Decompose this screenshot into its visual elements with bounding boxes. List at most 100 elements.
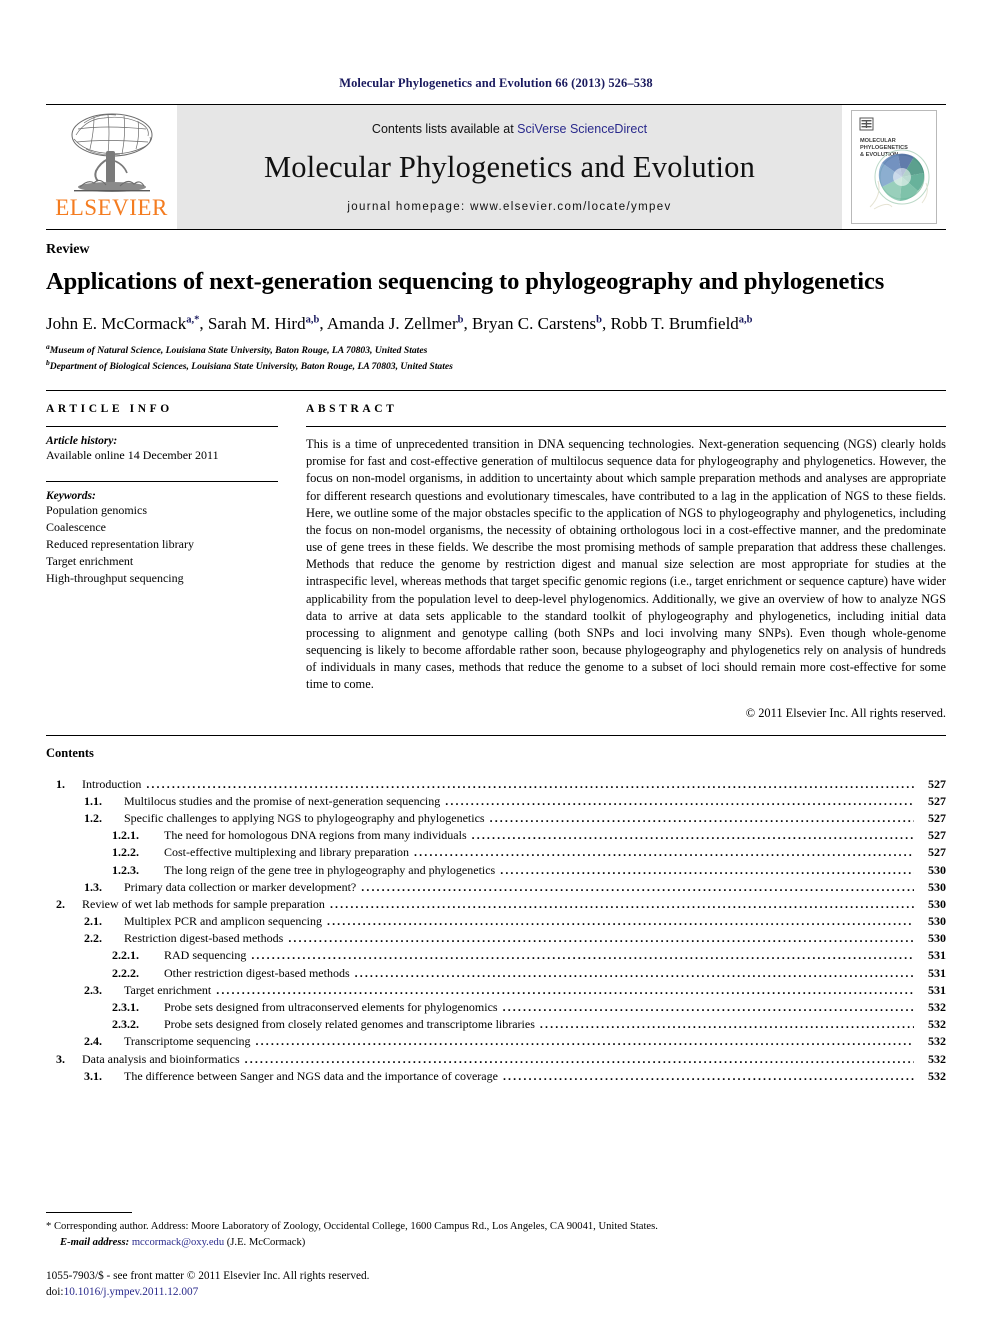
toc-entry[interactable]: 1.2.1. The need for homologous DNA region…	[46, 827, 946, 844]
toc-entry-label: Primary data collection or marker develo…	[124, 879, 357, 894]
toc-entry-label: Restriction digest-based methods	[124, 931, 284, 946]
toc-entry-page: 532	[928, 1000, 946, 1014]
doi-link[interactable]: 10.1016/j.ympev.2011.12.007	[64, 1286, 199, 1298]
abstract-text: This is a time of unprecedented transiti…	[306, 437, 946, 692]
issn-frontmatter-line: 1055-7903/$ - see front matter © 2011 El…	[46, 1269, 370, 1282]
toc-entry-number: 1.1.	[84, 793, 102, 808]
toc-entry[interactable]: 2.2.2. Other restriction digest-based met…	[46, 964, 946, 981]
toc-leader-dots: ........................................…	[489, 811, 914, 824]
toc-entry-number: 2.4.	[84, 1034, 102, 1049]
contents-region: Contents 1. Introduction.................…	[46, 734, 946, 1084]
abstract-copyright: © 2011 Elsevier Inc. All rights reserved…	[745, 705, 946, 720]
toc-entry-page: 531	[928, 965, 946, 980]
toc-leader-dots: ........................................…	[329, 897, 914, 910]
keyword-item: Reduced representation library	[46, 537, 194, 552]
toc-entry[interactable]: 1.2. Specific challenges to applying NGS …	[46, 809, 946, 826]
keywords-rule	[46, 481, 278, 483]
toc-leader-dots: ........................................…	[255, 1035, 914, 1048]
toc-leader-dots: ........................................…	[251, 949, 914, 962]
toc-entry-number: 1.2.3.	[112, 862, 139, 877]
journal-banner: Contents lists available at SciVerse Sci…	[177, 105, 842, 229]
info-abstract-region: ARTICLE INFO Article history: Available …	[46, 390, 946, 721]
elsevier-logo-block: ELSEVIER	[46, 105, 177, 229]
toc-entry-page: 532	[928, 1068, 946, 1083]
toc-leader-dots: ........................................…	[502, 1001, 914, 1013]
toc-leader-dots: ........................................…	[471, 829, 914, 842]
toc-leader-dots: ........................................…	[502, 1069, 914, 1082]
toc-entry-page: 532	[928, 1051, 946, 1066]
doi-line: doi:10.1016/j.ympev.2011.12.007	[46, 1284, 946, 1301]
email-label: E-mail address:	[60, 1236, 130, 1248]
journal-homepage-link[interactable]: journal homepage: www.elsevier.com/locat…	[347, 201, 671, 213]
toc-entry-number: 2.	[56, 896, 65, 911]
author-affiliation-marker: a,*	[186, 314, 200, 326]
author-name: Amanda J. Zellmer	[326, 314, 458, 334]
toc-entry-page: 527	[928, 776, 946, 791]
footnote-rule	[46, 1211, 132, 1213]
article-info-column: ARTICLE INFO Article history: Available …	[46, 403, 278, 721]
toc-entry-page: 530	[928, 914, 946, 929]
toc-entry[interactable]: 2. Review of wet lab methods for sample p…	[46, 895, 946, 912]
author-name: Bryan C. Carstens	[471, 314, 597, 334]
toc-entry-number: 2.3.	[84, 982, 102, 997]
toc-entry[interactable]: 1.2.2. Cost-effective multiplexing and li…	[46, 844, 946, 861]
toc-entry-number: 1.2.	[84, 810, 102, 825]
toc-entry[interactable]: 1.2.3. The long reign of the gene tree in…	[46, 861, 946, 878]
toc-entry[interactable]: 2.2. Restriction digest-based methods....…	[46, 930, 946, 947]
toc-entry[interactable]: 2.3.2. Probe sets designed from closely r…	[46, 1016, 946, 1033]
svg-text:MOLECULAR: MOLECULAR	[860, 138, 896, 144]
toc-entry-label: Other restriction digest-based methods	[164, 965, 350, 980]
article-history-value: Available online 14 December 2011	[46, 448, 219, 462]
toc-entry[interactable]: 2.4. Transcriptome sequencing............…	[46, 1033, 946, 1050]
toc-entry[interactable]: 2.3.1. Probe sets designed from ultracons…	[46, 998, 946, 1015]
toc-entry-number: 2.2.	[84, 931, 102, 946]
corresponding-marker: *	[46, 1220, 52, 1232]
affiliation-text: Department of Biological Sciences, Louis…	[49, 361, 453, 373]
sciencedirect-link[interactable]: SciVerse ScienceDirect	[517, 122, 647, 136]
keyword-item: Coalescence	[46, 520, 106, 535]
toc-entry-number: 2.3.2.	[112, 1017, 139, 1032]
toc-entry-number: 3.	[56, 1051, 65, 1066]
toc-leader-dots: ........................................…	[146, 777, 914, 790]
affiliation-text: Museum of Natural Science, Louisiana Sta…	[49, 345, 428, 357]
masthead-bottom-rule	[46, 229, 946, 230]
toc-entry[interactable]: 1.1. Multilocus studies and the promise o…	[46, 792, 946, 809]
toc-leader-dots: ........................................…	[414, 846, 914, 859]
toc-entry-page: 531	[928, 982, 946, 997]
article-info-heading: ARTICLE INFO	[46, 403, 173, 415]
email-link[interactable]: mccormack@oxy.edu	[132, 1237, 224, 1248]
toc-entry[interactable]: 1. Introduction..........................…	[46, 775, 946, 792]
toc-entry[interactable]: 2.3. Target enrichment...................…	[46, 981, 946, 998]
toc-entry-number: 2.2.1.	[112, 948, 139, 963]
journal-cover-thumbnail[interactable]: MOLECULAR PHYLOGENETICS & EVOLUTION	[851, 110, 937, 224]
toc-entry-label: Multilocus studies and the promise of ne…	[124, 793, 441, 808]
cover-artwork: MOLECULAR PHYLOGENETICS & EVOLUTION	[852, 111, 936, 223]
contents-available-prefix: Contents lists available at	[371, 121, 518, 136]
affiliation-row: bDepartment of Biological Sciences, Loui…	[46, 358, 946, 374]
affiliation-row: aMuseum of Natural Science, Louisiana St…	[46, 342, 946, 358]
table-of-contents: 1. Introduction..........................…	[46, 775, 946, 1084]
keywords-list: Population genomics Coalescence Reduced re…	[46, 502, 278, 587]
toc-entry-label: Target enrichment	[124, 982, 212, 997]
affiliation-list: aMuseum of Natural Science, Louisiana St…	[46, 342, 946, 374]
corresponding-author-note: * Corresponding author. Address: Moore L…	[46, 1219, 946, 1251]
toc-leader-dots: ........................................…	[288, 932, 914, 945]
article-title: Applications of next-generation sequenci…	[46, 268, 885, 295]
author-affiliation-marker: b	[457, 314, 464, 326]
toc-entry[interactable]: 3. Data analysis and bioinformatics......…	[46, 1050, 946, 1067]
toc-entry-label: Probe sets designed from ultraconserved …	[164, 1000, 498, 1014]
toc-entry[interactable]: 2.2.1. RAD sequencing....................…	[46, 947, 946, 964]
toc-leader-dots: ........................................…	[216, 983, 914, 996]
author-affiliation-marker: a,b	[738, 314, 753, 326]
toc-entry-page: 532	[928, 1017, 946, 1032]
toc-entry[interactable]: 3.1. The difference between Sanger and NG…	[46, 1067, 946, 1084]
toc-entry[interactable]: 2.1. Multiplex PCR and amplicon sequencin…	[46, 912, 946, 929]
toc-entry-label: Multiplex PCR and amplicon sequencing	[124, 914, 322, 929]
toc-leader-dots: ........................................…	[539, 1018, 914, 1031]
toc-entry-page: 531	[928, 948, 946, 963]
toc-leader-dots: ........................................…	[361, 880, 914, 893]
author-list: John E. McCormacka,*, Sarah M. Hirda,b, …	[46, 314, 753, 334]
elsevier-tree-icon	[71, 113, 152, 192]
author-affiliation-marker: a,b	[305, 314, 320, 326]
toc-entry[interactable]: 1.3. Primary data collection or marker de…	[46, 878, 946, 895]
